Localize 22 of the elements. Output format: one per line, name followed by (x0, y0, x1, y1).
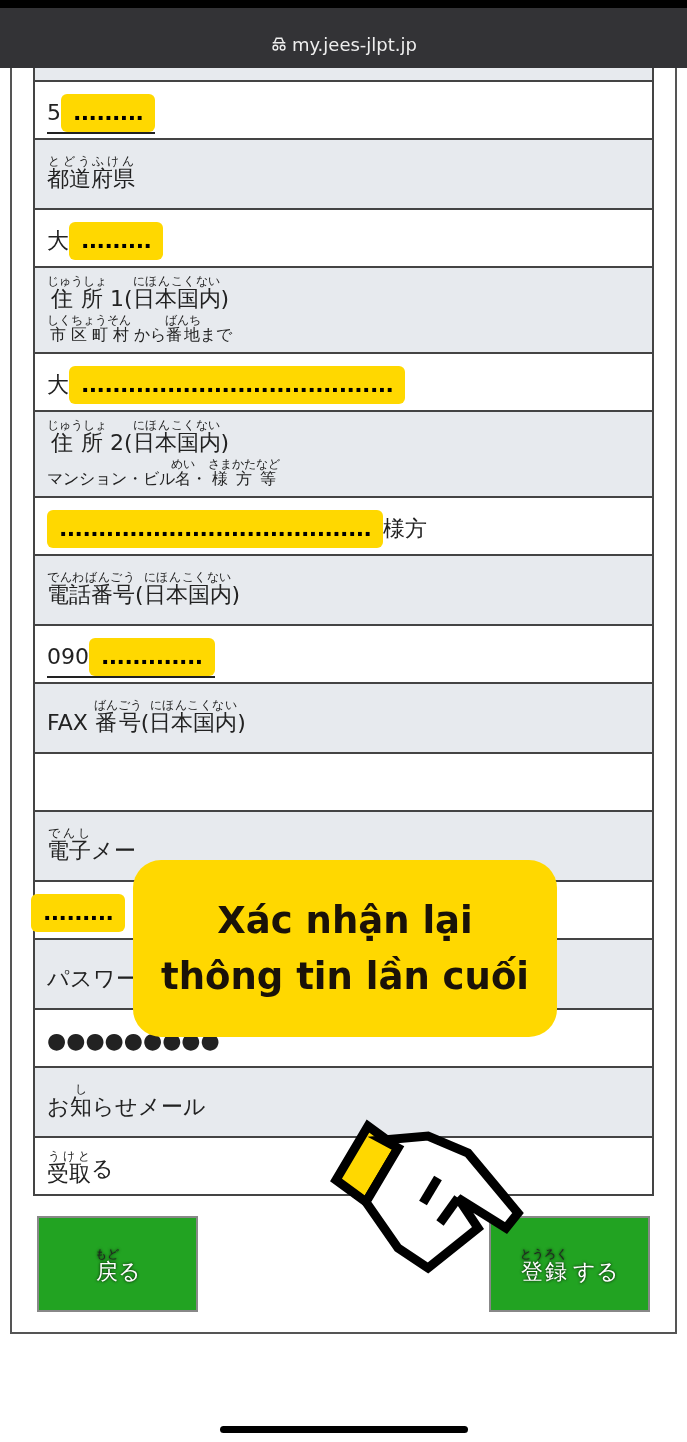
field-value: 090 ............. (47, 638, 215, 676)
field-value: ........................................ 様方 (47, 510, 428, 548)
field-value: 大 ........................................ (47, 366, 406, 404)
field-label: 都道府県 とどうふけん (47, 154, 135, 193)
field-value: ......... (31, 894, 126, 932)
form-button[interactable]: 登録 とうろく する (489, 1216, 650, 1312)
field-label: 住所 じゅうしょ 1(日本国内 にほんこくない ) (47, 274, 230, 313)
field-label: FAX 番号 ばんごう (日本国内 にほんこくない ) (47, 698, 246, 737)
field-note: マンション・ビル名 めい ・様方等 さまかたなど (47, 458, 281, 490)
form-button[interactable]: 戻 もど る (37, 1216, 198, 1312)
caption-text: thông tin lần cuối (161, 953, 529, 1000)
caption-text: Xác nhận lại (217, 897, 473, 944)
field-note: 市区町村 しくちょうそん から番地 ばんち まで (47, 314, 232, 346)
url-bar[interactable]: my.jees-jlpt.jp (270, 31, 417, 58)
field-label: 住所 じゅうしょ 2(日本国内 にほんこくない ) (47, 418, 230, 457)
field-label: 電話番号 でんわばんごう (日本国内 にほんこくない ) (47, 570, 241, 609)
field-value: 大 ......... (47, 222, 164, 260)
field-label: 電子 でんし メー (47, 826, 136, 865)
field-label: お知 し らせメール (47, 1082, 206, 1121)
incognito-icon (270, 37, 288, 52)
field-value: 5 ......... (47, 94, 156, 132)
field-value: ●●●●●●●●● (47, 1027, 220, 1055)
